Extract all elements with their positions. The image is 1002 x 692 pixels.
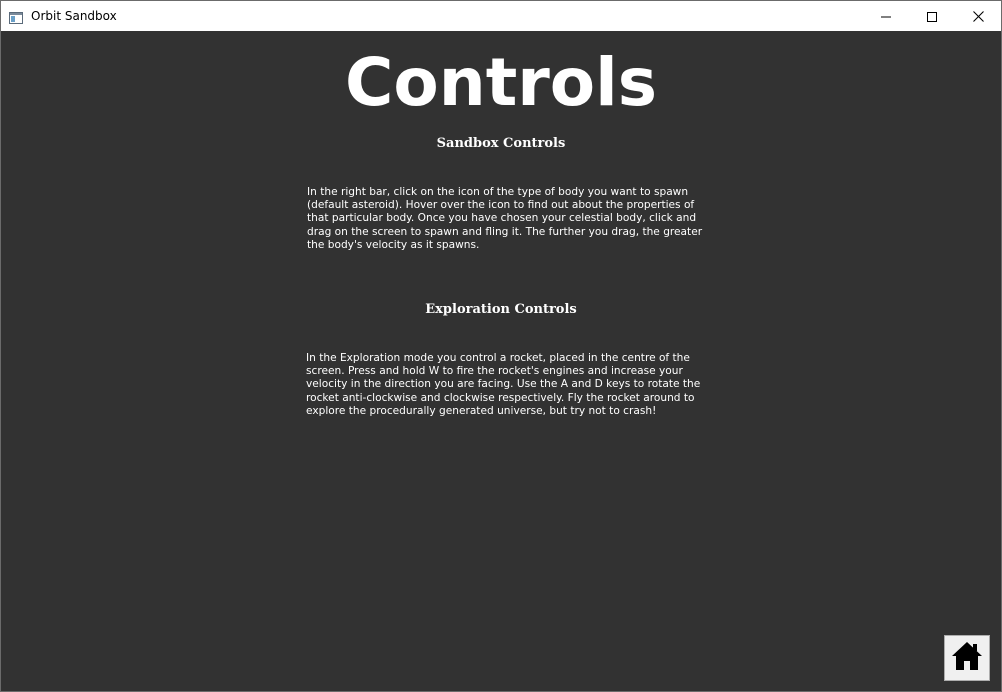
minimize-icon bbox=[881, 7, 891, 26]
sandbox-controls-heading: Sandbox Controls bbox=[436, 136, 566, 151]
sandbox-controls-description: In the right bar, click on the icon of t… bbox=[307, 186, 703, 251]
home-icon bbox=[951, 640, 983, 676]
minimize-button[interactable] bbox=[863, 1, 909, 31]
controls-page: Controls Sandbox Controls In the right b… bbox=[1, 31, 1001, 691]
exploration-controls-description: In the Exploration mode you control a ro… bbox=[306, 352, 701, 417]
close-icon bbox=[972, 7, 984, 26]
page-title: Controls bbox=[344, 44, 658, 121]
home-button[interactable] bbox=[944, 635, 990, 681]
title-bar[interactable]: Orbit Sandbox bbox=[1, 0, 1001, 31]
exploration-controls-heading: Exploration Controls bbox=[425, 302, 577, 317]
close-button[interactable] bbox=[955, 1, 1001, 31]
maximize-button[interactable] bbox=[909, 1, 955, 31]
maximize-icon bbox=[927, 7, 937, 26]
window-title: Orbit Sandbox bbox=[31, 9, 117, 23]
window-app-icon bbox=[9, 9, 23, 24]
app-window: Orbit Sandbox Controls Sandbox Controls … bbox=[0, 0, 1002, 692]
